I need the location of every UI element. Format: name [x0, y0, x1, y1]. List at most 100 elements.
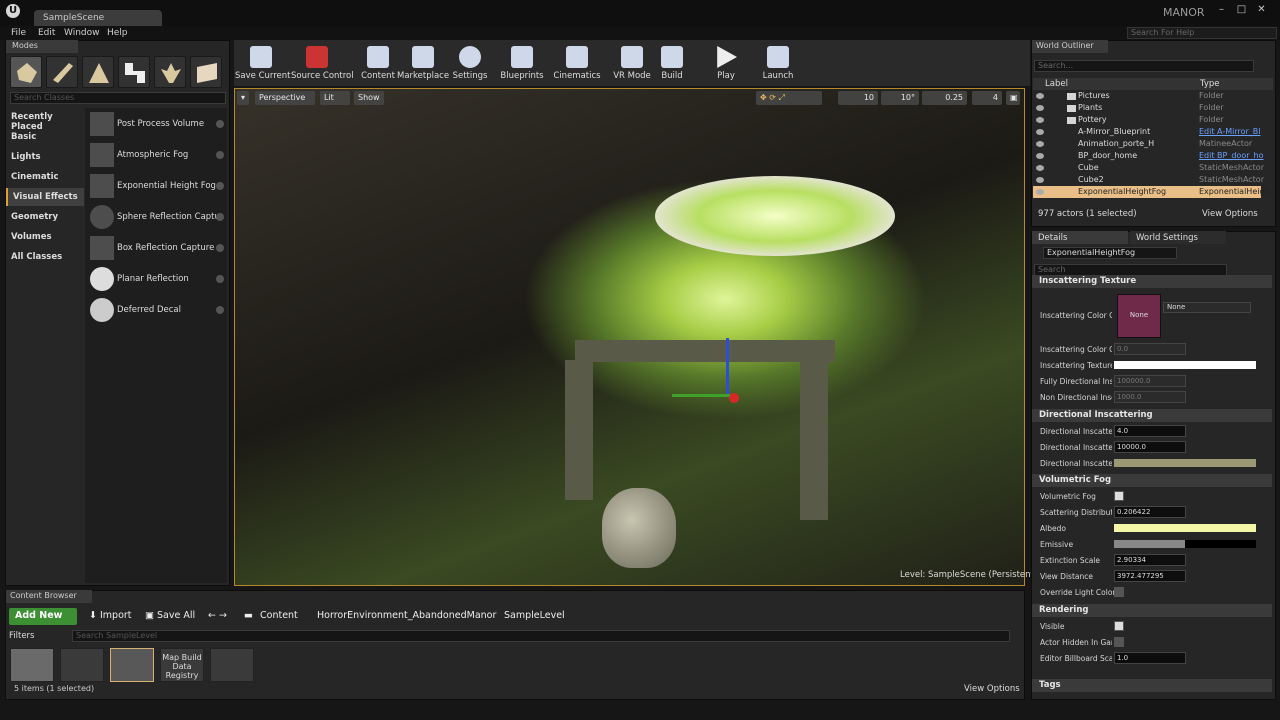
- help-icon[interactable]: [216, 306, 224, 314]
- class-item-post-process-volume[interactable]: Post Process Volume: [88, 110, 228, 138]
- world-outliner-tab[interactable]: World Outliner: [1032, 40, 1108, 53]
- class-item-deferred-decal[interactable]: Deferred Decal: [88, 296, 228, 324]
- class-item-sphere-reflection-capture[interactable]: Sphere Reflection Captu: [88, 203, 228, 231]
- menu-help[interactable]: Help: [107, 28, 128, 38]
- breadcrumb-sample-level[interactable]: SampleLevel: [504, 610, 565, 621]
- checkbox[interactable]: [1114, 587, 1124, 597]
- col-label[interactable]: Label: [1045, 79, 1068, 89]
- section-inscattering-texture[interactable]: Inscattering Texture: [1032, 275, 1272, 288]
- prop-input[interactable]: 0.206422: [1114, 506, 1186, 518]
- perspective-button[interactable]: Perspective: [255, 91, 315, 105]
- save-all-button[interactable]: ▣ Save All: [145, 610, 195, 621]
- category-basic[interactable]: Basic: [6, 128, 84, 146]
- category-lights[interactable]: Lights: [6, 148, 84, 166]
- menu-window[interactable]: Window: [64, 28, 100, 38]
- category-volumes[interactable]: Volumes: [6, 228, 84, 246]
- add-new-button[interactable]: Add New: [9, 608, 77, 625]
- class-search-input[interactable]: Search Classes: [10, 92, 226, 104]
- edit-blueprint-link[interactable]: Edit BP_door_ho: [1199, 150, 1263, 162]
- color-bar[interactable]: [1114, 540, 1256, 548]
- section-volumetric-fog[interactable]: Volumetric Fog: [1032, 474, 1272, 487]
- grid-snap[interactable]: 10: [838, 91, 878, 105]
- breadcrumb-content[interactable]: Content: [260, 610, 298, 621]
- section-rendering[interactable]: Rendering: [1032, 604, 1272, 617]
- details-tab[interactable]: Details: [1032, 231, 1128, 244]
- help-icon[interactable]: [216, 120, 224, 128]
- geometry-mode-button[interactable]: [118, 56, 150, 88]
- eye-icon[interactable]: [1036, 141, 1044, 147]
- checkbox[interactable]: [1114, 637, 1124, 647]
- build-button[interactable]: Build: [646, 42, 698, 86]
- source-control-button[interactable]: Source Control: [291, 42, 354, 86]
- content-browser-tab[interactable]: Content Browser: [6, 590, 92, 603]
- unreal-logo-icon[interactable]: U: [6, 4, 20, 18]
- cubemap-select[interactable]: None: [1163, 302, 1251, 313]
- modes-tab[interactable]: Modes: [6, 40, 78, 53]
- menu-edit[interactable]: Edit: [38, 28, 55, 38]
- nav-back-icon[interactable]: ← →: [208, 610, 227, 621]
- help-icon[interactable]: [216, 213, 224, 221]
- help-icon[interactable]: [216, 275, 224, 283]
- eye-icon[interactable]: [1036, 165, 1044, 171]
- checkbox[interactable]: [1114, 621, 1124, 631]
- asset-search-input[interactable]: Search SampleLevel: [72, 630, 1010, 642]
- category-all-classes[interactable]: All Classes: [6, 248, 84, 266]
- outliner-row[interactable]: Cube2 StaticMeshActor: [1033, 174, 1264, 186]
- breadcrumb-horror-environment[interactable]: HorrorEnvironment_AbandonedManor: [317, 610, 496, 621]
- transform-gizmo-z-axis[interactable]: [726, 338, 729, 396]
- settings-button[interactable]: Settings: [444, 42, 496, 86]
- marketplace-button[interactable]: Marketplace: [397, 42, 449, 86]
- outliner-row[interactable]: Plants Folder: [1033, 102, 1261, 114]
- save-current-button[interactable]: Save Current: [235, 42, 291, 86]
- scale-snap[interactable]: 0.25: [922, 91, 967, 105]
- cinematics-button[interactable]: Cinematics: [551, 42, 603, 86]
- color-bar[interactable]: [1114, 459, 1256, 467]
- place-mode-button[interactable]: [10, 56, 42, 88]
- eye-icon[interactable]: [1036, 153, 1044, 159]
- cubemap-thumbnail[interactable]: None: [1117, 294, 1161, 338]
- maximize-viewport-icon[interactable]: ▣: [1006, 91, 1020, 105]
- rotation-snap[interactable]: 10°: [881, 91, 919, 105]
- launch-button[interactable]: Launch: [752, 42, 804, 86]
- outliner-row[interactable]: A-Mirror_Blueprint Edit A-Mirror_Bl: [1033, 126, 1261, 138]
- actor-name-input[interactable]: ExponentialHeightFog: [1043, 247, 1177, 259]
- folder-asset[interactable]: [10, 648, 54, 682]
- import-button[interactable]: ⬇ Import: [89, 610, 132, 621]
- category-recently-placed[interactable]: Recently Placed: [6, 108, 84, 132]
- show-button[interactable]: Show: [354, 91, 384, 105]
- blueprints-button[interactable]: Blueprints: [496, 42, 548, 86]
- level-asset[interactable]: [60, 648, 104, 682]
- content-view-options[interactable]: View Options: [964, 684, 1020, 694]
- class-item-planar-reflection[interactable]: Planar Reflection: [88, 265, 228, 293]
- prop-input[interactable]: 0.0: [1114, 343, 1186, 355]
- help-icon[interactable]: [216, 244, 224, 252]
- outliner-view-options[interactable]: View Options: [1202, 209, 1258, 219]
- outliner-search-input[interactable]: Search...: [1034, 60, 1254, 72]
- edit-blueprint-link[interactable]: Edit A-Mirror_Bl: [1199, 126, 1261, 138]
- class-item-atmospheric-fog[interactable]: Atmospheric Fog: [88, 141, 228, 169]
- paint-mode-button[interactable]: [46, 56, 78, 88]
- col-type[interactable]: Type: [1200, 79, 1220, 89]
- transform-gizmo-y-axis[interactable]: [672, 394, 730, 397]
- level-tab[interactable]: SampleScene: [34, 10, 162, 26]
- play-button[interactable]: Play: [700, 42, 752, 86]
- checkbox[interactable]: [1114, 491, 1124, 501]
- category-cinematic[interactable]: Cinematic: [6, 168, 84, 186]
- menu-file[interactable]: File: [11, 28, 26, 38]
- minimize-icon[interactable]: –: [1214, 4, 1229, 16]
- outliner-row[interactable]: Cube StaticMeshActor: [1033, 162, 1264, 174]
- outliner-row-selected[interactable]: ExponentialHeightFog ExponentialHeigh: [1033, 186, 1270, 198]
- class-item-exponential-height-fog[interactable]: Exponential Height Fog: [88, 172, 228, 200]
- viewport-options-icon[interactable]: ▾: [237, 91, 249, 105]
- eye-icon[interactable]: [1036, 129, 1044, 135]
- section-directional-inscattering[interactable]: Directional Inscattering: [1032, 409, 1272, 422]
- landscape-mode-button[interactable]: [82, 56, 114, 88]
- prop-input[interactable]: 1000.0: [1114, 391, 1186, 403]
- section-tags[interactable]: Tags: [1032, 679, 1272, 692]
- map-build-data-asset[interactable]: Map Build Data Registry: [160, 648, 204, 682]
- outliner-row[interactable]: Pictures Folder: [1033, 90, 1261, 102]
- prop-input[interactable]: 10000.0: [1114, 441, 1186, 453]
- category-visual-effects[interactable]: Visual Effects: [6, 188, 84, 206]
- level-asset[interactable]: [210, 648, 254, 682]
- help-icon[interactable]: [216, 182, 224, 190]
